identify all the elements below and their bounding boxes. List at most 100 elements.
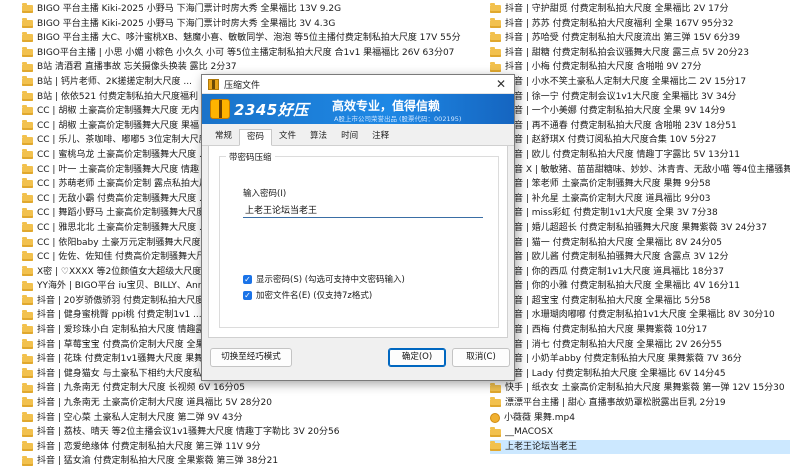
file-list-item[interactable]: 抖音 | 小奶羊abby 付费定制私拍大尺度 果舞紫薇 7V 36分 bbox=[490, 352, 790, 367]
file-name: 小薇薇 果舞.mp4 bbox=[504, 412, 575, 423]
group-title: 带密码压缩 bbox=[226, 151, 275, 163]
show-password-label: 显示密码(S) (勾选可支持中文密码输入) bbox=[256, 275, 405, 285]
file-name: CC | 舞蹈小野马 土豪高价定制骚舞大尺度 ... bbox=[37, 208, 217, 219]
file-list-item[interactable]: 抖音 | 欧儿酱 付费定制私拍骚舞大尺度 含露点 3V 12分 bbox=[490, 250, 790, 265]
file-list-item[interactable]: 抖音 | 西梅 付费定制私拍大尺度 果舞紫薇 10分17 bbox=[490, 323, 790, 338]
folder-icon bbox=[22, 134, 33, 145]
file-list-item[interactable]: 抖音 | 猫一 付费定制私拍大尺度 全果福比 8V 24分05 bbox=[490, 236, 790, 251]
dialog-tab[interactable]: 文件 bbox=[272, 129, 303, 144]
file-list-item[interactable]: 抖音 | 徐一宁 付费定制会议1v1大尺度 全果福比 3V 34分 bbox=[490, 90, 790, 105]
file-list-item[interactable]: 抖音 | 你的西瓜 付费定制1v1大尺度 道具福比 18分37 bbox=[490, 265, 790, 280]
folder-icon bbox=[22, 309, 33, 320]
file-name: B站 | 依依521 付费定制私拍大尺度福利 ... bbox=[37, 91, 210, 102]
switch-mode-button[interactable]: 切换至经巧模式 bbox=[210, 348, 292, 367]
file-name: 抖音 | 笨老师 土豪高价定制骚舞大尺度 果舞 9分58 bbox=[505, 179, 711, 190]
checkbox-checked-icon: ✓ bbox=[243, 274, 252, 284]
file-list-item[interactable]: 抖音 | 苏哈受 付费定制私拍大尺度流出 第三弹 15V 6分39 bbox=[490, 31, 790, 46]
dialog-tab[interactable]: 注释 bbox=[365, 129, 396, 144]
file-name: 漂漂平台主播 | 甜心 直播事故奶罩松脱露出巨乳 2分19 bbox=[505, 398, 726, 409]
folder-icon bbox=[22, 193, 33, 204]
file-list-item[interactable]: 抖音 | 荔枝、晴天 等2位主播会议1v1骚舞大尺度 情趣丁字勒比 3V 20分… bbox=[22, 425, 462, 440]
ok-button[interactable]: 确定(O) bbox=[388, 348, 446, 367]
file-name: 抖音 | 你的西瓜 付费定制1v1大尺度 道具福比 18分37 bbox=[505, 266, 725, 277]
file-name: CC | 雅思北北 土豪高价定制骚舞大尺度 ... bbox=[37, 222, 208, 233]
folder-icon bbox=[490, 61, 501, 72]
file-name: CC | 胡椒 土豪高价定制骚舞大尺度 无内 ... bbox=[37, 106, 211, 117]
file-list-item[interactable]: 快手 | 纸衣女 土豪高价定制私拍大尺度 果舞紫薇 第一弹 12V 15分30 bbox=[490, 381, 790, 396]
folder-icon bbox=[490, 3, 501, 14]
dialog-tab[interactable]: 常规 bbox=[208, 129, 239, 144]
folder-icon bbox=[22, 149, 33, 160]
dialog-titlebar[interactable]: 压缩文件 ✕ bbox=[202, 75, 514, 94]
dialog-title: 压缩文件 bbox=[224, 80, 261, 91]
folder-icon bbox=[22, 76, 33, 87]
file-list-item[interactable]: 抖音 | 再不通春 付费定制私拍大尺度 含啪啪 23V 18分51 bbox=[490, 119, 790, 134]
file-list-item[interactable]: 抖音 | 甜糖 付费定制私拍会议骚舞大尺度 露三点 5V 20分23 bbox=[490, 46, 790, 61]
folder-icon bbox=[22, 324, 33, 335]
folder-icon bbox=[22, 90, 33, 101]
folder-icon bbox=[22, 120, 33, 131]
file-list-item[interactable]: 漂漂平台主播 | 甜心 直播事故奶罩松脱露出巨乳 2分19 bbox=[490, 396, 790, 411]
file-list-item[interactable]: 抖音 | 小水不笑土豪私人定制大尺度 全果福比二 2V 15分17 bbox=[490, 75, 790, 90]
file-list-item[interactable]: 小薇薇 果舞.mp4 bbox=[490, 411, 790, 426]
file-list-item[interactable]: 抖音 | 水珊瑚肉嘟嘟 付费定制私拍1v1大尺度 全果福比 8V 30分10 bbox=[490, 308, 790, 323]
file-list-item[interactable]: BIGO 平台主播 大C、哆汁蜜桃XB、魅魔小喜、敏敏同学、泡泡 等5位主播付费… bbox=[22, 31, 462, 46]
file-name: 抖音 | 恋爱绝缘体 付费定制私拍大尺度 第三弹 11V 9分 bbox=[37, 441, 261, 452]
folder-icon bbox=[22, 280, 33, 291]
file-list-item[interactable]: BIGO 平台主播 Kiki-2025 小野马 下海门票计时房大秀 全果福比 3… bbox=[22, 17, 462, 32]
show-password-checkbox[interactable]: ✓ 显示密码(S) (勾选可支持中文密码输入) bbox=[243, 273, 405, 285]
password-input[interactable] bbox=[243, 202, 483, 218]
dialog-tab[interactable]: 密码 bbox=[239, 129, 273, 146]
file-name: 抖音 | 九条南无 付费定制大尺度 长视频 6V 16分05 bbox=[37, 383, 245, 394]
file-list-item[interactable]: 抖音 | 苏苏 付费定制私拍大尺度福利 全果 167V 95分32 bbox=[490, 17, 790, 32]
dialog-tab[interactable]: 时间 bbox=[334, 129, 365, 144]
file-list-item[interactable]: 抖音 | 守护甜觅 付费定制私拍大尺度 全果福比 2V 17分 bbox=[490, 2, 790, 17]
file-list-item[interactable]: 抖音 | 婚儿超超长 付费定制私拍骚舞大尺度 果舞紫薇 3V 24分37 bbox=[490, 221, 790, 236]
file-list-item[interactable]: 抖音 | 九条南无 土豪高价定制大尺度 道具福比 5V 28分20 bbox=[22, 396, 462, 411]
folder-icon bbox=[22, 207, 33, 218]
file-name: CC | 依阳baby 土豪万元定制骚舞大尺度 ... bbox=[37, 237, 212, 248]
folder-icon bbox=[22, 368, 33, 379]
folder-icon bbox=[22, 47, 33, 58]
file-list-item[interactable]: 抖音 | 一个小美娜 付费定制私拍大尺度 全果 9V 14分9 bbox=[490, 104, 790, 119]
file-list-item[interactable]: 抖音 | 空心菜 土豪私人定制大尺度 第二弹 9V 43分 bbox=[22, 411, 462, 426]
file-list-item[interactable]: 抖音 | 补允星 土豪高价定制大尺度 道具福比 9分03 bbox=[490, 192, 790, 207]
file-list-item[interactable]: __MACOSX bbox=[490, 425, 790, 440]
file-name: 上老王论坛当老王 bbox=[505, 441, 578, 452]
file-list-item[interactable]: 抖音 | 欧儿 付费定制私拍大尺度 情趣丁字露比 5V 13分11 bbox=[490, 148, 790, 163]
file-list-item[interactable]: 抖音 | 小梅 付费定制私拍大尺度 含啪啪 9V 27分 bbox=[490, 60, 790, 75]
file-name: 抖音 | 一个小美娜 付费定制私拍大尺度 全果 9V 14分9 bbox=[505, 106, 726, 117]
file-name: 快手 | 纸衣女 土豪高价定制私拍大尺度 果舞紫薇 第一弹 12V 15分30 bbox=[505, 383, 785, 394]
close-button[interactable]: ✕ bbox=[488, 75, 514, 93]
compress-dialog: 压缩文件 ✕ 2345好压 高效专业，值得信赖 A股上市公司荣誉出品 (股票代码… bbox=[201, 74, 515, 381]
file-list-item[interactable]: 抖音 | Lady 付费定制私拍大尺度 全果福比 6V 14分45 bbox=[490, 367, 790, 382]
file-list-item[interactable]: 抖音 | 九条南无 付费定制大尺度 长视频 6V 16分05 bbox=[22, 381, 462, 396]
file-name: CC | 苏萌老师 土豪高价定制 露点私拍大尺度 ... bbox=[37, 179, 229, 190]
file-name: B站 | 钙片老师、2K搓搓定制大尺度 ... bbox=[37, 76, 193, 87]
file-list-item[interactable]: 抖音 | 猛女渝 付费定制私拍大尺度 全果紫薇 第三弹 38分21 bbox=[22, 454, 462, 469]
file-list-item[interactable]: 上老王论坛当老王 bbox=[490, 439, 790, 455]
file-name: 抖音 | 苏哈受 付费定制私拍大尺度流出 第三弹 15V 6分39 bbox=[505, 33, 740, 44]
file-name: BIGO 平台主播 Kiki-2025 小野马 下海门票计时房大秀 全果福比 3… bbox=[37, 18, 336, 29]
file-list-item[interactable]: 抖音 X | 敏敏猪、苗苗甜糖味、妙妙、沐青青、无敌小喵 等4位主播骚舞大尺度剪… bbox=[490, 163, 790, 178]
file-list-item[interactable]: 抖音 | 超宝宝 付费定制私拍大尺度 全果福比 5分58 bbox=[490, 294, 790, 309]
file-list-item[interactable]: BIGO平台主播 | 小思 小媚 小粽色 小久久 小可 等5位主播定制私拍大尺度… bbox=[22, 46, 462, 61]
folder-icon bbox=[22, 338, 33, 349]
file-list-item[interactable]: 抖音 | 消七 付费定制私拍大尺度 全果福比 2V 26分55 bbox=[490, 338, 790, 353]
encrypt-filename-checkbox[interactable]: ✓ 加密文件名(E) (仅支持7z格式) bbox=[243, 289, 372, 301]
folder-icon bbox=[22, 61, 33, 72]
file-list-item[interactable]: 抖音 | 恋爱绝缘体 付费定制私拍大尺度 第三弹 11V 9分 bbox=[22, 440, 462, 455]
file-list-item[interactable]: 抖音 | 笨老师 土豪高价定制骚舞大尺度 果舞 9分58 bbox=[490, 177, 790, 192]
brand-banner: 2345好压 高效专业，值得信赖 A股上市公司荣誉出品 (股票代码：002195… bbox=[202, 94, 514, 124]
cancel-button[interactable]: 取消(C) bbox=[452, 348, 510, 367]
file-name: B站 清酒君 直播事故 忘关摄像头换装 露比 2分37 bbox=[37, 62, 237, 73]
dialog-tab[interactable]: 算法 bbox=[303, 129, 334, 144]
file-list-item[interactable]: BIGO 平台主播 Kiki-2025 小野马 下海门票计时房大秀 全果福比 1… bbox=[22, 2, 462, 17]
folder-icon bbox=[22, 32, 33, 43]
file-list-item[interactable]: 抖音 | 赵舒琪X 付费订阅私拍大尺度合集 10V 5分27 bbox=[490, 133, 790, 148]
file-list-item[interactable]: 抖音 | 你的小雅 付费定制私拍大尺度 全果福比 4V 16分11 bbox=[490, 279, 790, 294]
file-list-item[interactable]: 抖音 | miss彩虹 付费定制1v1大尺度 全果 3V 7分38 bbox=[490, 206, 790, 221]
folder-icon bbox=[22, 265, 33, 276]
file-list-item[interactable]: B站 清酒君 直播事故 忘关摄像头换装 露比 2分37 bbox=[22, 60, 462, 75]
brand-slogan-sub: A股上市公司荣誉出品 (股票代码：002195) bbox=[334, 115, 462, 123]
